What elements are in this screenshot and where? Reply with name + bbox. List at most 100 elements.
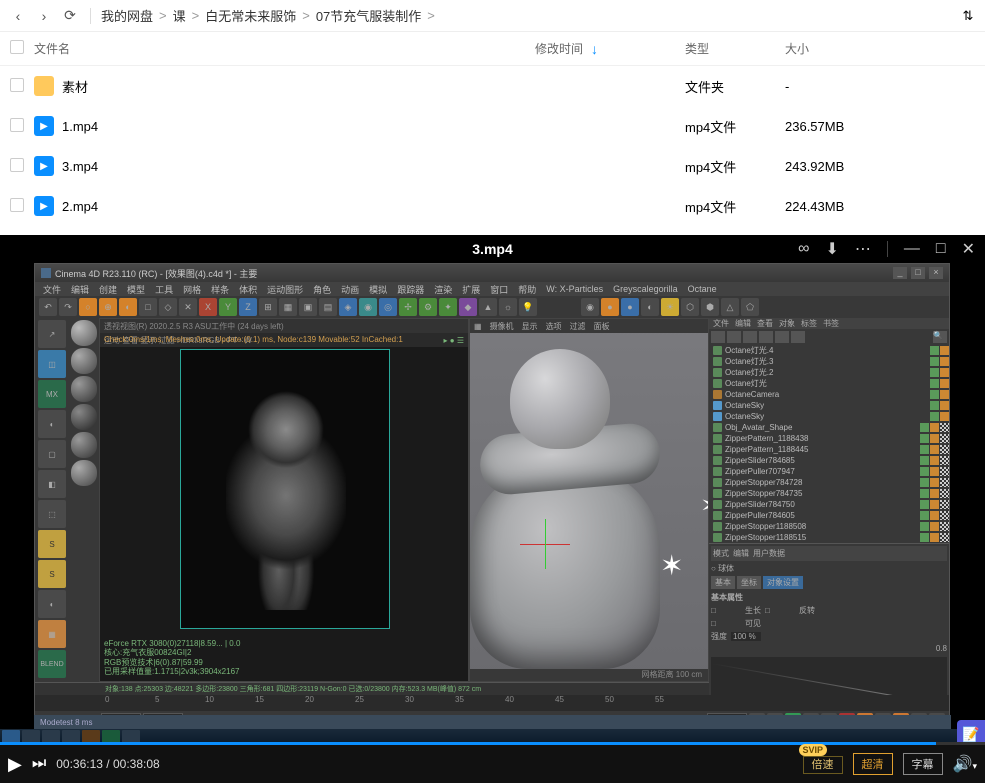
tag-icon[interactable] [920, 489, 929, 498]
tool-icon[interactable]: ▦ [38, 620, 66, 648]
tag-icon[interactable] [930, 456, 939, 465]
panel-tab[interactable]: 查看 [757, 318, 773, 329]
crumb[interactable]: 我的网盘 [101, 6, 153, 25]
search-icon[interactable]: 🔍 [933, 331, 947, 343]
object-row[interactable]: Octane灯光 [709, 378, 949, 389]
tag-icon[interactable] [930, 357, 939, 366]
light-marker-icon[interactable]: ✶ [660, 549, 683, 582]
download-icon[interactable]: ⬇ [826, 239, 839, 259]
win-max-icon[interactable]: □ [911, 267, 925, 279]
viewport-tab[interactable]: 过滤 [570, 321, 586, 332]
table-row[interactable]: ▶3.mp4 mp4文件 243.92MB [0, 146, 985, 186]
menu-item[interactable]: 样条 [211, 283, 229, 296]
object-row[interactable]: ZipperPattern_1188445 [709, 444, 949, 455]
tag-icon[interactable] [930, 412, 939, 421]
row-checkbox[interactable] [10, 78, 24, 92]
tag-icon[interactable] [930, 401, 939, 410]
blend-tool-icon[interactable]: BLEND [38, 650, 66, 678]
tag-icon[interactable] [930, 500, 939, 509]
object-row[interactable]: Octane灯光.4 [709, 345, 949, 356]
table-row[interactable]: ▶1.mp4 mp4文件 236.57MB [0, 106, 985, 146]
maximize-icon[interactable]: □ [936, 240, 946, 258]
viewport-tab[interactable]: 摄像机 [490, 321, 514, 332]
tag-icon[interactable] [920, 467, 929, 476]
object-row[interactable]: Octane灯光.3 [709, 356, 949, 367]
viewport-tab[interactable]: 面板 [594, 321, 610, 332]
tag-icon[interactable] [940, 489, 949, 498]
tag-icon[interactable] [920, 434, 929, 443]
quality-button[interactable]: 超清 [853, 753, 893, 775]
table-row[interactable]: 素材 文件夹 - [0, 66, 985, 106]
attr-mode[interactable]: 编辑 [733, 548, 749, 559]
nav-forward-icon[interactable]: › [34, 6, 54, 26]
tool-icon[interactable]: △ [721, 298, 739, 316]
tool-icon[interactable]: ▲ [479, 298, 497, 316]
tag-icon[interactable] [920, 533, 929, 542]
tag-icon[interactable] [940, 412, 949, 421]
table-row[interactable]: ▶2.mp4 mp4文件 224.43MB [0, 186, 985, 226]
tool-icon[interactable]: ○ [79, 298, 97, 316]
redo-icon[interactable]: ↷ [59, 298, 77, 316]
tool-icon[interactable]: ◆ [459, 298, 477, 316]
light-icon[interactable]: ☼ [499, 298, 517, 316]
render-icon[interactable]: ▣ [299, 298, 317, 316]
win-min-icon[interactable]: _ [893, 267, 907, 279]
menu-item[interactable]: W: X-Particles [546, 284, 603, 294]
object-row[interactable]: ZipperStopper784735 [709, 488, 949, 499]
tool-icon[interactable]: ✕ [179, 298, 197, 316]
icon[interactable] [727, 331, 741, 343]
sphere-tool-icon[interactable] [71, 460, 97, 486]
tool-icon[interactable]: ◐ [641, 298, 659, 316]
tool-icon[interactable]: ⬢ [701, 298, 719, 316]
tag-icon[interactable] [940, 511, 949, 520]
menu-item[interactable]: Greyscalegorilla [613, 284, 678, 294]
tool-icon[interactable]: ⊞ [259, 298, 277, 316]
tag-icon[interactable] [930, 533, 939, 542]
tag-icon[interactable] [920, 511, 929, 520]
tool-icon[interactable]: ▦ [279, 298, 297, 316]
tool-icon[interactable]: 💡 [519, 298, 537, 316]
3d-viewport[interactable]: ▦摄像机显示选项过滤面板 ✶ ✶ 网格距离 100 cm [469, 318, 709, 682]
tag-icon[interactable] [940, 357, 949, 366]
viewport-tab[interactable]: 显示 [522, 321, 538, 332]
object-row[interactable]: ZipperPattern_1188438 [709, 433, 949, 444]
col-type-header[interactable]: 类型 [685, 40, 785, 57]
object-row[interactable]: Obj_Avatar_Shape [709, 422, 949, 433]
tag-icon[interactable] [920, 522, 929, 531]
sphere-tool-icon[interactable] [71, 348, 97, 374]
tag-icon[interactable] [940, 401, 949, 410]
tab[interactable]: 坐标 [737, 576, 761, 589]
tag-icon[interactable] [920, 423, 929, 432]
tab[interactable]: 基本 [711, 576, 735, 589]
crumb[interactable]: 白无常未来服饰 [205, 6, 296, 25]
tool-icon[interactable]: ◐ [38, 590, 66, 618]
crumb[interactable]: 07节充气服装制作 [316, 6, 421, 25]
tool-icon[interactable]: S [38, 530, 66, 558]
col-modify-header[interactable]: 修改时间↓ [535, 40, 685, 57]
tag-icon[interactable] [920, 478, 929, 487]
menu-item[interactable]: 模型 [127, 283, 145, 296]
tag-icon[interactable] [930, 434, 939, 443]
tag-icon[interactable] [940, 478, 949, 487]
playback-rate-button[interactable]: 倍速 [803, 756, 843, 774]
viewport-tab[interactable]: 选项 [546, 321, 562, 332]
tool-icon[interactable]: ◐ [38, 410, 66, 438]
tool-icon[interactable]: ◉ [359, 298, 377, 316]
menu-item[interactable]: 模拟 [369, 283, 387, 296]
menu-item[interactable]: 网格 [183, 283, 201, 296]
tool-icon[interactable]: ⚙ [419, 298, 437, 316]
object-row[interactable]: ZipperPuller784605 [709, 510, 949, 521]
tag-icon[interactable] [940, 533, 949, 542]
sphere-tool-icon[interactable] [71, 320, 97, 346]
panel-tab[interactable]: 标签 [801, 318, 817, 329]
axis-y-icon[interactable]: Y [219, 298, 237, 316]
sphere-tool-icon[interactable] [71, 376, 97, 402]
object-row[interactable]: OctaneSky [709, 400, 949, 411]
more-icon[interactable]: ⋯ [855, 239, 871, 259]
object-row[interactable]: ZipperStopper784728 [709, 477, 949, 488]
tag-icon[interactable] [940, 346, 949, 355]
tag-icon[interactable] [940, 500, 949, 509]
play-icon[interactable]: ▶ [8, 754, 22, 775]
next-icon[interactable]: ⏭ [32, 755, 46, 773]
icon[interactable]: ▦ [474, 322, 482, 331]
